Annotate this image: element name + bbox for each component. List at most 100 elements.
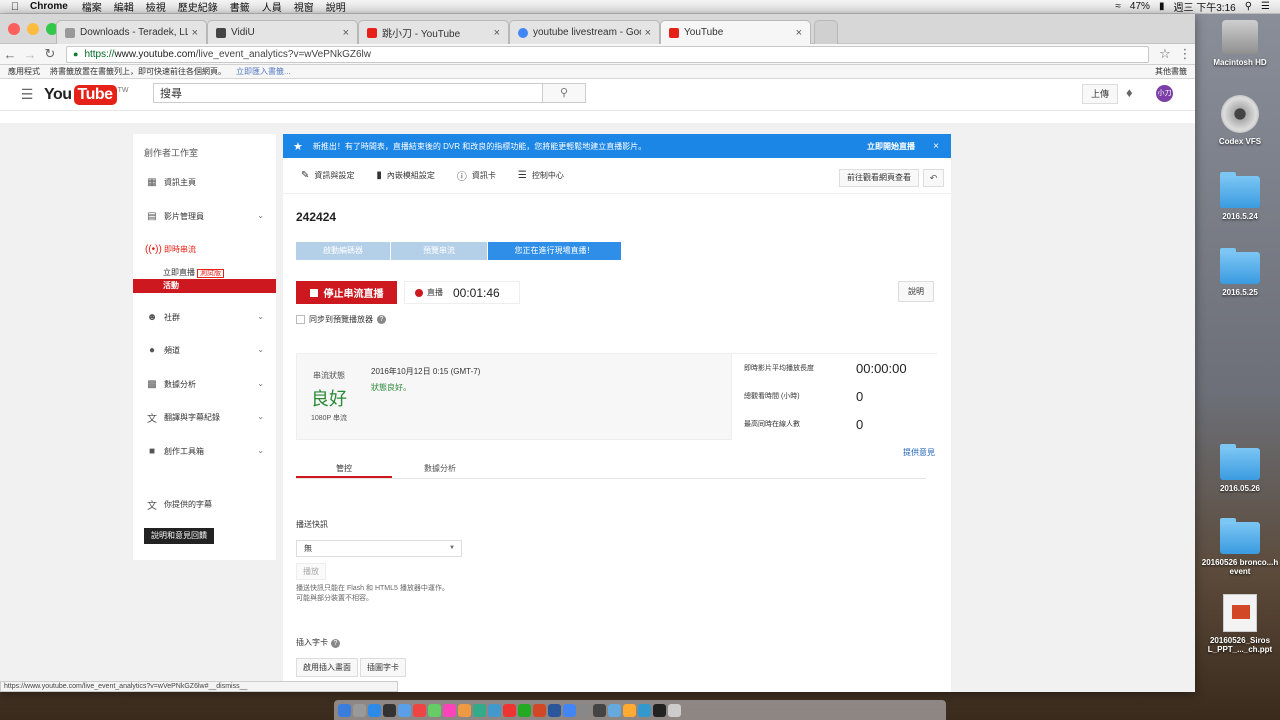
mail-icon[interactable] xyxy=(398,703,411,717)
menu-people[interactable]: 人員 xyxy=(262,0,282,14)
back-arrow-icon[interactable]: ← xyxy=(0,47,20,62)
close-window-icon[interactable] xyxy=(8,23,20,35)
tab-vidiu[interactable]: VidiU × xyxy=(207,20,358,44)
calendar-icon[interactable] xyxy=(413,703,426,717)
app-icon[interactable] xyxy=(578,703,591,717)
forward-arrow-icon[interactable]: → xyxy=(20,47,40,62)
embed-modules-button[interactable]: ▮ 內嵌模組設定 xyxy=(376,170,435,181)
desktop-icon-ppt[interactable]: 20160526_Siros L_PPT_..._ch.ppt xyxy=(1200,594,1280,654)
desktop-icon-folder[interactable]: 2016.5.25 xyxy=(1200,248,1280,297)
menu-file[interactable]: 檔案 xyxy=(82,0,102,14)
app-icon[interactable] xyxy=(653,703,666,717)
sidebar-item-create[interactable]: ■ 創作工具箱 ⌄ xyxy=(133,435,276,469)
desktop-icon-folder[interactable]: 20160526 bronco...h event xyxy=(1200,518,1280,576)
search-input[interactable]: 搜尋 xyxy=(153,83,543,103)
tab-close-icon[interactable]: × xyxy=(494,27,500,39)
play-slate-button[interactable]: 播放 xyxy=(296,563,326,580)
sidebar-item-channel[interactable]: ● 頻道 ⌄ xyxy=(133,334,276,368)
info-settings-button[interactable]: ✎ 資訊與設定 xyxy=(301,170,354,181)
app-icon[interactable] xyxy=(383,703,396,717)
description-button[interactable]: 說明 xyxy=(898,281,934,302)
slate-select[interactable]: 無 ▼ xyxy=(296,540,462,557)
tab-youtube-active[interactable]: YouTube × xyxy=(660,20,811,44)
apps-shortcut[interactable]: 應用程式 xyxy=(8,66,40,77)
avatar[interactable]: 小刀 xyxy=(1156,85,1173,102)
sync-checkbox[interactable] xyxy=(296,315,305,324)
youtube-logo[interactable]: You Tube TW xyxy=(44,84,128,105)
import-bookmarks-link[interactable]: 立即匯入書籤... xyxy=(236,66,291,77)
url-field[interactable]: ● https://www.youtube.com/live_event_ana… xyxy=(66,45,1149,63)
tab-analytics[interactable]: 數據分析 xyxy=(392,455,488,478)
desktop-icon-macintosh-hd[interactable]: Macintosh HD xyxy=(1200,20,1280,67)
start-streaming-link[interactable]: 立即開始直播 xyxy=(867,141,915,152)
finder-icon[interactable] xyxy=(338,703,351,717)
safari-icon[interactable] xyxy=(368,703,381,717)
app-icon[interactable] xyxy=(623,703,636,717)
sidebar-subitem-stream-now[interactable]: 立即直播 測試版 xyxy=(133,267,276,279)
app-icon[interactable] xyxy=(608,703,621,717)
app-icon[interactable] xyxy=(488,703,501,717)
skype-icon[interactable] xyxy=(638,703,651,717)
wifi-icon[interactable]: ≈ xyxy=(1115,1,1121,12)
tab-close-icon[interactable]: × xyxy=(192,27,198,39)
tab-downloads[interactable]: Downloads - Teradek, LLC × xyxy=(56,20,207,44)
launchpad-icon[interactable] xyxy=(353,703,366,717)
menu-window[interactable]: 視窗 xyxy=(294,0,314,14)
powerpoint-icon[interactable] xyxy=(533,703,546,717)
bookmark-star-icon[interactable]: ☆ xyxy=(1155,46,1175,62)
reload-icon[interactable]: ↻ xyxy=(40,46,60,62)
enable-insert-button[interactable]: 啟用插入畫面 xyxy=(296,658,358,677)
desktop-icon-codex-vfs[interactable]: Codex VFS xyxy=(1200,95,1280,146)
sync-preview-option[interactable]: 同步到預覽播放器 ? xyxy=(296,314,386,325)
app-icon[interactable] xyxy=(593,703,606,717)
messages-icon[interactable] xyxy=(428,703,441,717)
tab-close-icon[interactable]: × xyxy=(796,27,802,39)
tab-close-icon[interactable]: × xyxy=(645,27,651,39)
tab-close-icon[interactable]: × xyxy=(343,27,349,39)
menu-view[interactable]: 檢視 xyxy=(146,0,166,14)
chrome-icon[interactable] xyxy=(563,703,576,717)
excel-icon[interactable] xyxy=(518,703,531,717)
control-room-button[interactable]: ☰ 控制中心 xyxy=(518,170,564,181)
trash-icon[interactable] xyxy=(668,703,681,717)
app-icon[interactable] xyxy=(503,703,516,717)
help-question-icon[interactable]: ? xyxy=(377,315,386,324)
notifications-bell-icon[interactable]: ♦ xyxy=(1126,85,1133,100)
help-question-icon[interactable]: ? xyxy=(331,639,340,648)
help-feedback-button[interactable]: 說明和意見回饋 xyxy=(144,527,214,544)
search-button[interactable]: ⚲ xyxy=(542,83,586,103)
sidebar-item-live-streaming[interactable]: ((•)) 即時串流 xyxy=(133,233,276,267)
app-icon[interactable] xyxy=(473,703,486,717)
close-icon[interactable]: × xyxy=(933,141,939,152)
guide-menu-icon[interactable]: ☰ xyxy=(12,86,42,103)
sidebar-subitem-events[interactable]: 活動 xyxy=(133,278,276,293)
clock[interactable]: 週三 下午3:16 xyxy=(1173,0,1235,14)
photos-icon[interactable] xyxy=(443,703,456,717)
info-cards-button[interactable]: ⓘ 資訊卡 xyxy=(457,168,496,183)
sidebar-item-translations[interactable]: 文 翻譯與字幕紀錄 ⌄ xyxy=(133,401,276,435)
other-bookmarks[interactable]: 其他書籤 xyxy=(1155,66,1187,77)
desktop-icon-folder[interactable]: 2016.5.24 xyxy=(1200,172,1280,221)
sidebar-item-dashboard[interactable]: ▦ 資訊主頁 xyxy=(133,166,276,200)
upload-button[interactable]: 上傳 xyxy=(1082,84,1119,104)
tab-google-search[interactable]: youtube livestream - Google × xyxy=(509,20,660,44)
insert-card-button[interactable]: 插圖字卡 xyxy=(360,658,406,677)
sidebar-item-community[interactable]: ☻ 社群 ⌄ xyxy=(133,301,276,335)
menu-edit[interactable]: 編輯 xyxy=(114,0,134,14)
apple-menu-icon[interactable]:  xyxy=(0,1,30,13)
desktop-icon-folder[interactable]: 2016.05.26 xyxy=(1200,444,1280,493)
word-icon[interactable] xyxy=(548,703,561,717)
view-on-watch-page-button[interactable]: 前往觀看網頁查看 xyxy=(839,169,919,187)
stream-health[interactable]: 狀態良好。 xyxy=(371,382,480,393)
sidebar-item-video-manager[interactable]: ▤ 影片管理員 ⌄ xyxy=(133,200,276,234)
notification-center-icon[interactable]: ☰ xyxy=(1261,1,1270,12)
menu-help[interactable]: 說明 xyxy=(326,0,346,14)
spotlight-icon[interactable]: ⚲ xyxy=(1245,1,1252,12)
back-button[interactable]: ↶ xyxy=(923,169,944,187)
sidebar-item-your-subtitles[interactable]: 文 你提供的字幕 xyxy=(133,488,276,522)
minimize-window-icon[interactable] xyxy=(27,23,39,35)
stop-streaming-button[interactable]: 停止串流直播 xyxy=(296,281,397,304)
chrome-menu-icon[interactable]: ⋮ xyxy=(1175,46,1195,62)
menu-bookmarks[interactable]: 書籤 xyxy=(230,0,250,14)
battery-percent[interactable]: 47% xyxy=(1130,1,1150,12)
